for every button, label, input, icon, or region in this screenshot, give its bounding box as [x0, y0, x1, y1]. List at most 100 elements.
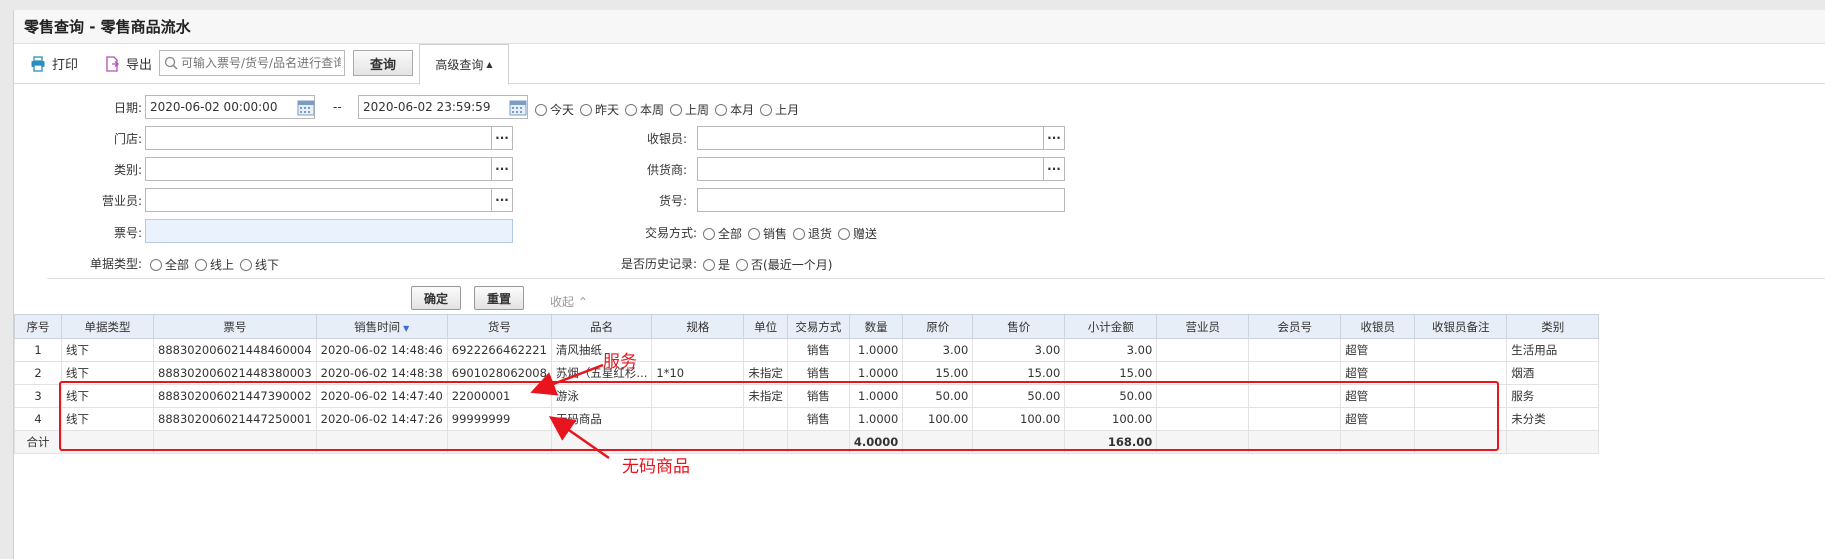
- table-cell: 超管: [1340, 384, 1416, 408]
- category-label: 类别:: [113, 163, 142, 177]
- radio-trade-all[interactable]: 全部: [703, 225, 742, 242]
- table-cell: [651, 338, 745, 362]
- advanced-query-tab[interactable]: 高级查询 ▲: [419, 44, 509, 85]
- query-button[interactable]: 查询: [353, 50, 413, 76]
- column-header[interactable]: 单据类型: [61, 314, 154, 339]
- export-button[interactable]: 导出: [100, 50, 156, 78]
- category-picker-button[interactable]: ···: [491, 157, 513, 181]
- radio-trade-return[interactable]: 退货: [793, 225, 832, 242]
- column-header[interactable]: 单位: [743, 314, 788, 339]
- search-box[interactable]: [159, 50, 345, 76]
- radio-this-month[interactable]: 本月: [715, 101, 754, 118]
- cashier-field[interactable]: [697, 126, 1045, 150]
- column-header[interactable]: 会员号: [1248, 314, 1342, 339]
- collapse-label: 收起: [550, 295, 575, 309]
- table-cell: 4: [14, 407, 62, 431]
- column-header[interactable]: 货号: [446, 314, 552, 339]
- radio-doc-offline[interactable]: 线下: [240, 256, 279, 273]
- column-header[interactable]: 小计金额: [1064, 314, 1158, 339]
- table-cell: [315, 430, 448, 454]
- cashier-picker-button[interactable]: ···: [1043, 126, 1065, 150]
- table-cell: 50.00: [1064, 384, 1158, 408]
- table-row[interactable]: 4 线下 888302006021447250001 2020-06-02 14:47…: [14, 407, 1600, 431]
- category-field[interactable]: [145, 157, 493, 181]
- table-cell: [61, 430, 154, 454]
- search-input[interactable]: [181, 56, 341, 70]
- column-header[interactable]: 序号: [14, 314, 62, 339]
- radio-this-week[interactable]: 本周: [625, 101, 664, 118]
- date-to-field[interactable]: 2020-06-02 23:59:59: [358, 95, 528, 119]
- radio-doc-online[interactable]: 线上: [195, 256, 234, 273]
- column-header[interactable]: 原价: [902, 314, 974, 339]
- supplier-label: 供货商:: [646, 163, 687, 177]
- column-header[interactable]: 营业员: [1156, 314, 1250, 339]
- date-quick-radios: 今天 昨天 本周 上周 本月 上月: [535, 101, 805, 118]
- table-row[interactable]: 1 线下 888302006021448460004 2020-06-02 14:48…: [14, 338, 1600, 362]
- date-to-value: 2020-06-02 23:59:59: [363, 100, 491, 114]
- table-cell: [651, 407, 745, 431]
- radio-last-month[interactable]: 上月: [760, 101, 799, 118]
- table-cell: 888302006021448460004: [153, 338, 317, 362]
- table-cell: [1248, 407, 1342, 431]
- radio-trade-sale[interactable]: 销售: [748, 225, 787, 242]
- total-label: 合计: [14, 430, 62, 454]
- table-cell: 超管: [1340, 361, 1416, 385]
- item-no-field[interactable]: [697, 188, 1065, 212]
- table-cell: [743, 338, 788, 362]
- column-header[interactable]: 品名: [550, 314, 653, 339]
- print-label: 打印: [52, 58, 79, 73]
- column-header[interactable]: 售价: [972, 314, 1066, 339]
- table-cell: 生活用品: [1506, 338, 1600, 362]
- radio-doc-all[interactable]: 全部: [150, 256, 189, 273]
- column-header[interactable]: 销售时间 ▼: [315, 314, 448, 339]
- salesperson-field[interactable]: [145, 188, 493, 212]
- form-divider: [47, 278, 1825, 279]
- column-header[interactable]: 收银员: [1340, 314, 1416, 339]
- table-cell: 线下: [61, 338, 154, 362]
- table-cell: 15.00: [902, 361, 974, 385]
- reset-button[interactable]: 重置: [474, 286, 524, 310]
- table-cell: 服务: [1506, 384, 1600, 408]
- main-window: 零售查询 - 零售商品流水 打印 导出 查询 高级查询 ▲ 日期: 2020-0…: [13, 10, 1825, 559]
- date-from-field[interactable]: 2020-06-02 00:00:00: [145, 95, 315, 119]
- column-header[interactable]: 类别: [1506, 314, 1600, 339]
- table-row[interactable]: 3 线下 888302006021447390002 2020-06-02 14:47…: [14, 384, 1600, 408]
- column-header[interactable]: 规格: [651, 314, 745, 339]
- table-cell: 50.00: [902, 384, 974, 408]
- table-row[interactable]: 2 线下 888302006021448380003 2020-06-02 14:48…: [14, 361, 1600, 385]
- radio-history-no[interactable]: 否(最近一个月): [736, 256, 832, 273]
- store-field[interactable]: [145, 126, 493, 150]
- table-cell: [1248, 361, 1342, 385]
- table-cell: [1340, 430, 1416, 454]
- trade-mode-radios: 全部 销售 退货 赠送: [703, 225, 883, 242]
- table-cell: 线下: [61, 384, 154, 408]
- annotation-no-code: 无码商品: [622, 457, 690, 477]
- table-cell: 3.00: [1064, 338, 1158, 362]
- store-picker-button[interactable]: ···: [491, 126, 513, 150]
- column-header[interactable]: 收银员备注: [1414, 314, 1508, 339]
- radio-trade-gift[interactable]: 赠送: [838, 225, 877, 242]
- date-from-value: 2020-06-02 00:00:00: [150, 100, 278, 114]
- table-cell: 苏烟（五星红杉...: [550, 361, 653, 385]
- salesperson-picker-button[interactable]: ···: [491, 188, 513, 212]
- ticket-field[interactable]: [145, 219, 513, 243]
- supplier-picker-button[interactable]: ···: [1043, 157, 1065, 181]
- supplier-field[interactable]: [697, 157, 1045, 181]
- column-header[interactable]: 票号: [153, 314, 317, 339]
- confirm-button[interactable]: 确定: [411, 286, 461, 310]
- column-header[interactable]: 交易方式: [786, 314, 850, 339]
- collapse-toggle[interactable]: 收起 ⌃: [550, 293, 588, 310]
- table-cell: 销售: [786, 338, 850, 362]
- table-cell: 15.00: [1064, 361, 1158, 385]
- table-cell: 超管: [1340, 407, 1416, 431]
- radio-yesterday[interactable]: 昨天: [580, 101, 619, 118]
- calendar-icon[interactable]: [507, 96, 529, 118]
- radio-last-week[interactable]: 上周: [670, 101, 709, 118]
- print-button[interactable]: 打印: [26, 50, 82, 78]
- table-cell: [972, 430, 1066, 454]
- calendar-icon[interactable]: [295, 96, 317, 118]
- radio-today[interactable]: 今天: [535, 101, 574, 118]
- column-header[interactable]: 数量: [848, 314, 904, 339]
- total-quantity: 4.0000: [848, 430, 904, 454]
- radio-history-yes[interactable]: 是: [703, 256, 730, 273]
